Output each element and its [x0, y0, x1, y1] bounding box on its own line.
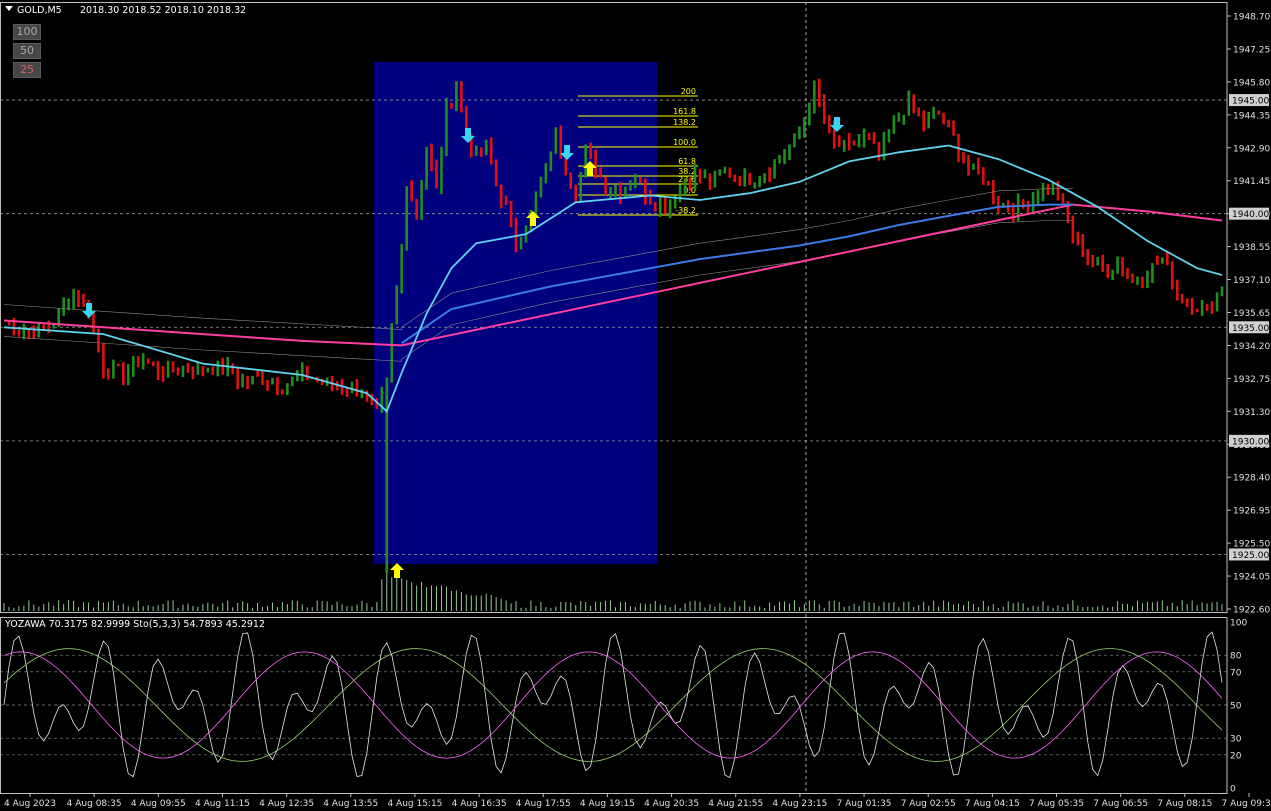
time-tick-label: 4 Aug 12:35 — [259, 799, 314, 809]
zoom-100-button[interactable]: 100 — [13, 24, 41, 40]
oscillator-level-label: 30 — [1230, 735, 1242, 745]
time-tick-label: 4 Aug 15:15 — [387, 799, 442, 809]
price-tick-label: 1945.80 — [1233, 78, 1270, 88]
price-chart[interactable]: 200161.8138.2100.061.838.223.60.0-38.2 1… — [0, 0, 1271, 811]
fib-level-label: 23.6 — [678, 175, 696, 184]
price-tick-label: 1926.95 — [1233, 507, 1270, 517]
fib-level-label: -38.2 — [675, 206, 696, 215]
time-tick-label: 7 Aug 04:15 — [965, 799, 1020, 809]
time-tick-label: 4 Aug 2023 — [4, 799, 56, 809]
oscillator-level-label: 50 — [1230, 702, 1242, 712]
time-tick-label: 7 Aug 08:15 — [1157, 799, 1212, 809]
price-tick-label: 1922.60 — [1233, 606, 1270, 616]
time-tick-label: 4 Aug 13:55 — [323, 799, 378, 809]
zoom-25-button[interactable]: 25 — [13, 62, 41, 78]
price-level-label: 1930.00 — [1232, 437, 1269, 447]
time-tick-label: 4 Aug 11:15 — [195, 799, 250, 809]
zoom-50-button[interactable]: 50 — [13, 43, 41, 59]
price-tick-label: 1948.70 — [1233, 13, 1270, 23]
time-tick-label: 4 Aug 09:55 — [131, 799, 186, 809]
oscillator-level-label: 20 — [1230, 751, 1242, 761]
time-tick-label: 7 Aug 02:55 — [901, 799, 956, 809]
price-tick-label: 1925.50 — [1233, 540, 1270, 550]
time-tick-label: 7 Aug 06:55 — [1093, 799, 1148, 809]
price-tick-label: 1935.65 — [1233, 309, 1270, 319]
price-tick-label: 1928.40 — [1233, 474, 1270, 484]
time-tick-label: 4 Aug 20:35 — [644, 799, 699, 809]
time-tick-label: 7 Aug 01:35 — [837, 799, 892, 809]
oscillator-level-label: 70 — [1230, 668, 1242, 678]
price-tick-label: 1924.05 — [1233, 573, 1270, 583]
price-tick-label: 1932.75 — [1233, 375, 1270, 385]
time-tick-label: 4 Aug 08:35 — [67, 799, 122, 809]
price-tick-label: 1931.30 — [1233, 408, 1270, 418]
fib-level-label: 61.8 — [678, 157, 696, 166]
indicator-label: YOZAWA 70.3175 82.9999 Sto(5,3,3) 54.789… — [4, 619, 265, 630]
time-tick-label: 4 Aug 21:55 — [708, 799, 763, 809]
oscillator-level-label: 0 — [1230, 785, 1236, 795]
price-level-label: 1940.00 — [1232, 210, 1269, 220]
fib-level-label: 138.2 — [673, 118, 696, 127]
fib-level-label: 161.8 — [673, 107, 696, 116]
price-tick-label: 1937.10 — [1233, 276, 1270, 286]
oscillator-level-label: 80 — [1230, 652, 1242, 662]
fib-level-label: 200 — [681, 87, 696, 96]
price-tick-label: 1944.35 — [1233, 111, 1270, 121]
price-tick-label: 1947.25 — [1233, 45, 1270, 55]
ohlc-label: 2018.30 2018.52 2018.10 2018.32 — [80, 5, 246, 16]
price-tick-label: 1934.20 — [1233, 342, 1270, 352]
price-level-label: 1945.00 — [1232, 97, 1269, 107]
time-tick-label: 4 Aug 19:15 — [580, 799, 635, 809]
fib-level-label: 100.0 — [673, 138, 696, 147]
time-tick-label: 4 Aug 23:15 — [772, 799, 827, 809]
price-tick-label: 1942.90 — [1233, 144, 1270, 154]
time-tick-label: 4 Aug 16:35 — [452, 799, 507, 809]
time-tick-label: 4 Aug 17:55 — [516, 799, 571, 809]
price-tick-label: 1938.55 — [1233, 243, 1270, 253]
price-level-label: 1925.00 — [1232, 551, 1269, 561]
price-tick-label: 1941.45 — [1233, 177, 1270, 187]
time-tick-label: 7 Aug 09:35 — [1222, 799, 1271, 809]
time-tick-label: 7 Aug 05:35 — [1029, 799, 1084, 809]
symbol-label: GOLD,M5 — [17, 5, 62, 16]
oscillator-level-label: 100 — [1230, 619, 1247, 629]
highlight-box — [374, 62, 657, 564]
price-level-label: 1935.00 — [1232, 324, 1269, 334]
